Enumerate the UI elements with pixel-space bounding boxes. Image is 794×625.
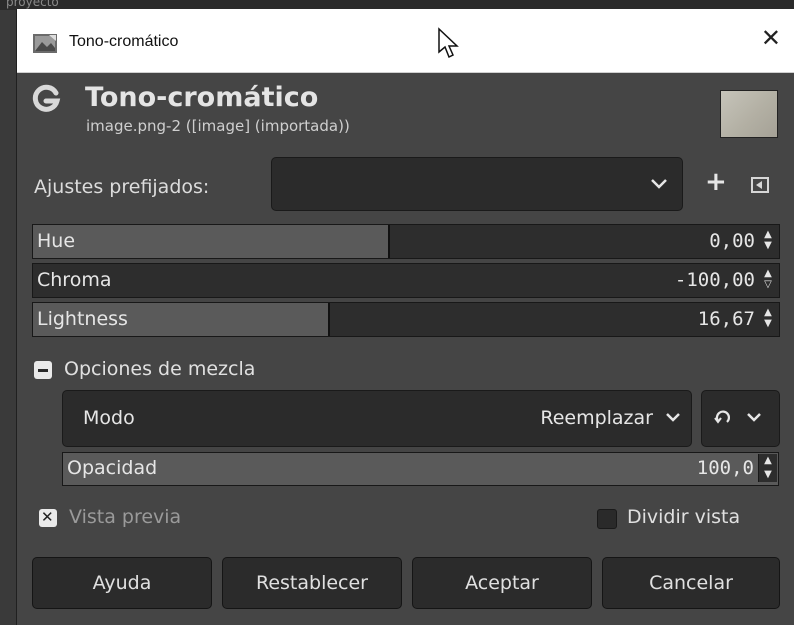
spin-icon[interactable]: ▲ ▽: [761, 268, 775, 290]
presets-combo[interactable]: [271, 157, 683, 211]
composite-mode-combo[interactable]: [701, 390, 780, 447]
mode-label: Modo: [83, 407, 135, 429]
dialog-title: Tono-cromático: [85, 82, 319, 113]
chroma-value: -100,00: [674, 269, 755, 291]
image-thumbnail: [720, 90, 778, 138]
split-view-label: Dividir vista: [627, 506, 741, 528]
ok-button[interactable]: Aceptar: [412, 557, 592, 609]
chevron-down-icon: [651, 179, 667, 189]
chroma-slider[interactable]: Chroma -100,00 ▲ ▽: [32, 263, 780, 298]
hue-slider-fill: [33, 225, 390, 258]
add-preset-button[interactable]: +: [705, 169, 727, 195]
opacity-value: 100,0: [696, 457, 754, 479]
dialog-header: Tono-cromático image.png-2 ([image] (imp…: [17, 72, 794, 149]
blend-options-label: Opciones de mezcla: [64, 358, 256, 380]
spin-icon[interactable]: ▲ ▼: [761, 307, 775, 329]
chroma-label: Chroma: [37, 269, 112, 291]
cancel-button[interactable]: Cancelar: [602, 557, 780, 609]
reset-icon: [714, 410, 730, 424]
close-icon[interactable]: ✕: [761, 24, 781, 52]
hue-slider[interactable]: Hue 0,00 ▲ ▼: [32, 224, 780, 259]
checkbox-icon[interactable]: [39, 508, 57, 527]
hue-label: Hue: [37, 230, 76, 252]
presets-label: Ajustes prefijados:: [34, 176, 210, 198]
lightness-value: 16,67: [697, 308, 755, 330]
chevron-down-icon: [747, 413, 761, 422]
hue-value: 0,00: [709, 230, 755, 252]
mode-combo[interactable]: Modo Reemplazar: [62, 390, 692, 447]
opacity-label: Opacidad: [67, 457, 158, 479]
preview-label: Vista previa: [69, 506, 182, 528]
gimp-logo-icon: [32, 84, 61, 112]
mode-value: Reemplazar: [540, 407, 653, 429]
presets-menu-icon[interactable]: [751, 177, 769, 193]
checkbox-icon[interactable]: [597, 509, 617, 529]
opacity-slider[interactable]: Opacidad 100,0 ▲ ▼: [62, 452, 779, 486]
help-button[interactable]: Ayuda: [32, 557, 212, 609]
lightness-slider[interactable]: Lightness 16,67 ▲ ▼: [32, 302, 780, 337]
app-icon: [33, 34, 57, 53]
collapse-icon[interactable]: [34, 361, 52, 379]
reset-button[interactable]: Restablecer: [222, 557, 402, 609]
window-title: Tono-cromático: [69, 33, 179, 50]
dialog-window: Tono-cromático ✕ Tono-cromático image.pn…: [16, 9, 794, 625]
mouse-cursor-icon: [438, 27, 459, 59]
background-window-title: proyecto: [6, 0, 59, 9]
spin-icon[interactable]: ▲ ▼: [761, 229, 775, 251]
lightness-label: Lightness: [37, 308, 128, 330]
image-subtitle: image.png-2 ([image] (importada)): [86, 117, 350, 135]
chevron-down-icon: [666, 413, 680, 422]
titlebar: Tono-cromático ✕: [17, 9, 794, 73]
spin-icon[interactable]: ▲ ▼: [758, 454, 777, 482]
